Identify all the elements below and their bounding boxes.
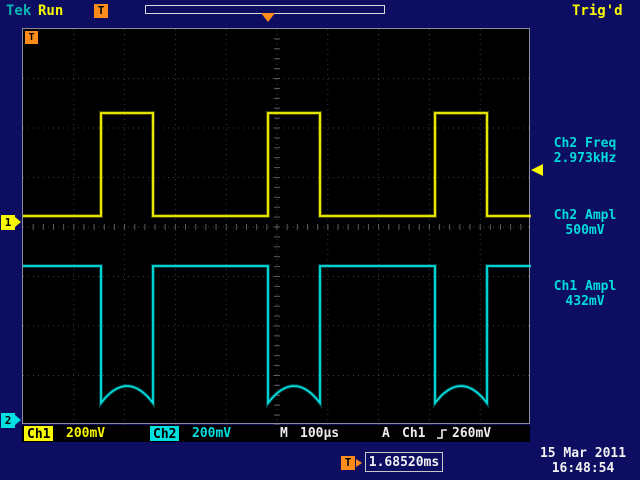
datetime-display: 15 Mar 2011 16:48:54	[526, 446, 640, 476]
date-text: 15 Mar 2011	[526, 446, 640, 461]
trigger-status: Trig'd	[572, 3, 623, 19]
trigger-time-marker: T	[25, 31, 38, 44]
readout-label: Ch2 Freq	[532, 136, 638, 151]
trigger-position-footer-icon: T	[341, 456, 355, 470]
trigger-source: Ch1	[402, 425, 425, 442]
readout-ch2-ampl: Ch2 Ampl 500mV	[532, 208, 638, 238]
status-bar: Ch1 200mV Ch2 200mV M 100µs A Ch1 260mV	[22, 425, 530, 442]
acquisition-status: Run	[38, 3, 63, 19]
oscilloscope-screen: Tek Run T Trig'd T 1 2 Ch2 Freq 2.973kHz…	[0, 0, 640, 480]
readout-value: 500mV	[532, 223, 638, 238]
arrow-right-icon	[356, 459, 362, 467]
ch1-ground-marker: 1	[1, 215, 15, 230]
trigger-position-arrow-icon	[261, 13, 275, 22]
ch2-scale: 200mV	[192, 425, 231, 442]
readout-label: Ch2 Ampl	[532, 208, 638, 223]
readout-label: Ch1 Ampl	[532, 279, 638, 294]
trigger-mode-label: A	[382, 425, 390, 442]
readout-ch1-ampl: Ch1 Ampl 432mV	[532, 279, 638, 309]
ch2-ground-marker: 2	[1, 413, 15, 428]
time-text: 16:48:54	[526, 461, 640, 476]
ch1-scale: 200mV	[66, 425, 105, 442]
waveform-display	[23, 29, 531, 425]
trigger-position-readout: 1.68520ms	[365, 452, 443, 472]
ch1-badge: Ch1	[24, 426, 53, 441]
ch2-badge: Ch2	[150, 426, 179, 441]
trigger-position-icon: T	[94, 4, 108, 18]
timebase-label: M	[280, 425, 288, 442]
readout-value: 2.973kHz	[532, 151, 638, 166]
readout-value: 432mV	[532, 294, 638, 309]
readout-ch2-freq: Ch2 Freq 2.973kHz	[532, 136, 638, 166]
trigger-level-value: 260mV	[452, 425, 491, 442]
timebase-value: 100µs	[300, 425, 339, 442]
graticule	[22, 28, 530, 424]
brand-logo: Tek	[6, 3, 31, 19]
rising-edge-icon	[436, 428, 448, 440]
